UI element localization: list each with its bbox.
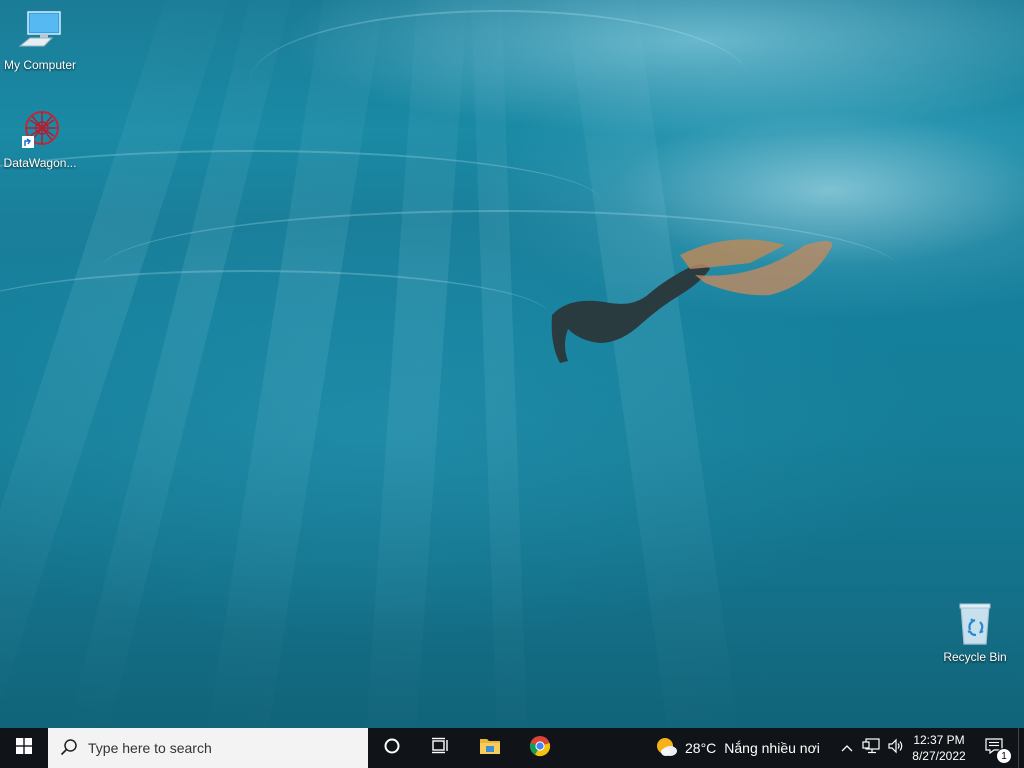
search-icon	[60, 738, 78, 759]
clock[interactable]: 12:37 PM 8/27/2022	[905, 728, 973, 768]
start-button[interactable]	[0, 728, 48, 768]
clock-date: 8/27/2022	[912, 749, 966, 763]
desktop-icon-my-computer[interactable]: My Computer	[0, 8, 80, 72]
desktop-icon-datawagon[interactable]: DataWagon...	[0, 106, 80, 170]
search-placeholder: Type here to search	[88, 740, 212, 756]
diver-illustration	[551, 239, 833, 363]
weather-condition: Nắng nhiều nơi	[724, 740, 820, 756]
file-explorer-icon	[479, 736, 501, 761]
cortana-button[interactable]	[372, 728, 412, 768]
chrome-button[interactable]	[520, 728, 560, 768]
datawagon-icon	[16, 106, 64, 154]
search-box[interactable]: Type here to search	[48, 728, 368, 768]
show-hidden-icons-button[interactable]	[836, 728, 858, 768]
show-desktop-button[interactable]	[1018, 728, 1024, 768]
desktop-icon-label: DataWagon...	[3, 156, 77, 170]
network-button[interactable]	[858, 728, 884, 768]
chevron-up-icon	[841, 739, 853, 757]
desktop-icon-label: My Computer	[3, 58, 77, 72]
weather-widget[interactable]: 28°C Nắng nhiều nơi	[655, 728, 830, 768]
sun-cloud-icon	[655, 736, 679, 761]
notification-badge: 1	[996, 748, 1012, 764]
desktop-icon-label: Recycle Bin	[943, 650, 1007, 664]
chrome-icon	[529, 735, 551, 762]
task-view-button[interactable]	[420, 728, 460, 768]
file-explorer-button[interactable]	[470, 728, 510, 768]
monitor-icon	[16, 8, 64, 56]
taskbar: Type here to search 28°C Nắng nhiều nơi …	[0, 728, 1024, 768]
cortana-icon	[383, 737, 401, 760]
clock-time: 12:37 PM	[913, 733, 965, 747]
task-view-icon	[430, 737, 450, 760]
speaker-icon	[887, 738, 905, 759]
notification-center-button[interactable]: 1	[978, 728, 1012, 768]
network-icon	[862, 737, 880, 759]
desktop[interactable]: My Computer DataWagon... Recycle Bin	[0, 0, 1024, 728]
desktop-icon-recycle-bin[interactable]: Recycle Bin	[935, 600, 1015, 664]
recycle-bin-icon	[951, 600, 999, 648]
windows-logo-icon	[16, 737, 32, 759]
weather-temperature: 28°C	[685, 740, 717, 756]
